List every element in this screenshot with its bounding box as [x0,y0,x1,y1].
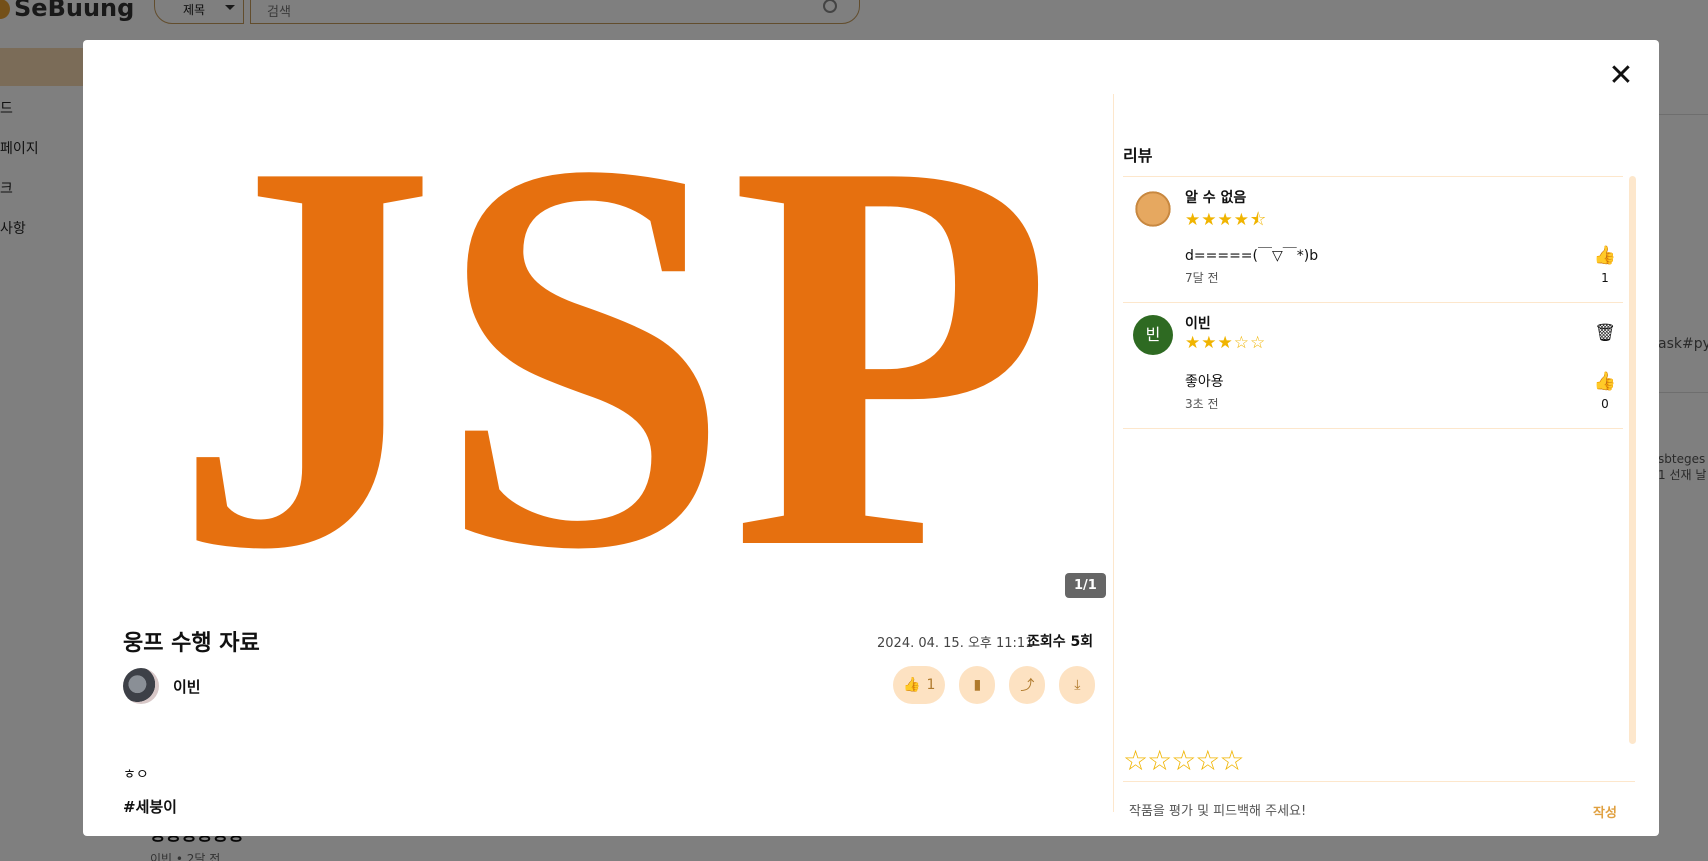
review-author: 알 수 없음 [1185,190,1247,206]
post-title: 웅프 수행 자료 [123,631,260,656]
bookmark-button[interactable]: ▮ [959,666,996,704]
trash-icon[interactable]: 🗑 [1593,323,1617,343]
jsp-image: JSP [173,88,1053,648]
review-time: 7달 전 [1185,271,1219,285]
review-title: 리뷰 [1123,146,1153,165]
rating-input[interactable]: ☆☆☆☆☆ [1123,744,1245,777]
review-item: 빈 이빈 ★★★☆☆ 🗑 좋아용 3초 전 👍 0 [1123,303,1623,429]
bookmark-icon: ▮ [973,677,982,693]
download-button[interactable]: ⤓ [1059,666,1096,704]
like-button[interactable]: 👍 1 [893,666,946,704]
review-input[interactable] [1123,794,1563,828]
close-icon[interactable]: ✕ [1603,58,1639,94]
panel-divider [1113,94,1114,812]
review-like-count: 1 [1601,271,1609,285]
review-panel: 리뷰 알 수 없음 ★★★★⯪ d=====(￣▽￣*)b 7달 전 👍 1 빈… [1123,94,1636,834]
submit-review-button[interactable]: 작성 [1593,802,1617,821]
review-author: 이빈 [1185,316,1211,332]
like-count: 1 [926,677,936,693]
post-actions: 👍 1 ▮ ⤴ ⤓ [893,666,1096,704]
review-text: 좋아용 [1185,374,1224,390]
share-icon: ⤴ [1020,678,1035,694]
avatar: 빈 [1133,315,1173,355]
image-counter: 1/1 [1065,573,1106,598]
review-time: 3초 전 [1185,397,1219,411]
post-date: 2024. 04. 15. 오후 11:11 [877,636,1034,651]
author-name[interactable]: 이빈 [173,676,201,697]
avatar[interactable] [123,668,159,704]
review-stars: ★★★★⯪ [1185,210,1268,230]
avatar [1133,189,1173,229]
review-list[interactable]: 알 수 없음 ★★★★⯪ d=====(￣▽￣*)b 7달 전 👍 1 빈 이빈… [1123,176,1623,742]
post-image[interactable]: JSP [123,88,1103,648]
thumbs-up-icon: 👍 [903,677,921,693]
post-modal: ✕ JSP 1/1 웅프 수행 자료 2024. 04. 15. 오후 11:1… [83,40,1659,836]
post-body: ㅎㅇ [123,767,149,783]
thumbs-up-outline-icon[interactable]: 👍 [1593,371,1617,392]
post-tag[interactable]: #세붕이 [123,796,177,817]
review-stars: ★★★☆☆ [1185,333,1267,353]
review-text: d=====(￣▽￣*)b [1185,248,1319,264]
jsp-text: JSP [173,88,1053,648]
divider [1123,781,1635,782]
post-panel: JSP 1/1 웅프 수행 자료 2024. 04. 15. 오후 11:11 … [83,40,1113,836]
download-icon: ⤓ [1074,677,1081,693]
review-like-count: 0 [1601,397,1609,411]
post-views: 조회수 5회 [1027,634,1094,650]
thumbs-up-icon[interactable]: 👍 [1593,245,1617,266]
review-item: 알 수 없음 ★★★★⯪ d=====(￣▽￣*)b 7달 전 👍 1 [1123,177,1623,303]
scrollbar[interactable] [1629,176,1636,744]
share-button[interactable]: ⤴ [1009,666,1046,704]
